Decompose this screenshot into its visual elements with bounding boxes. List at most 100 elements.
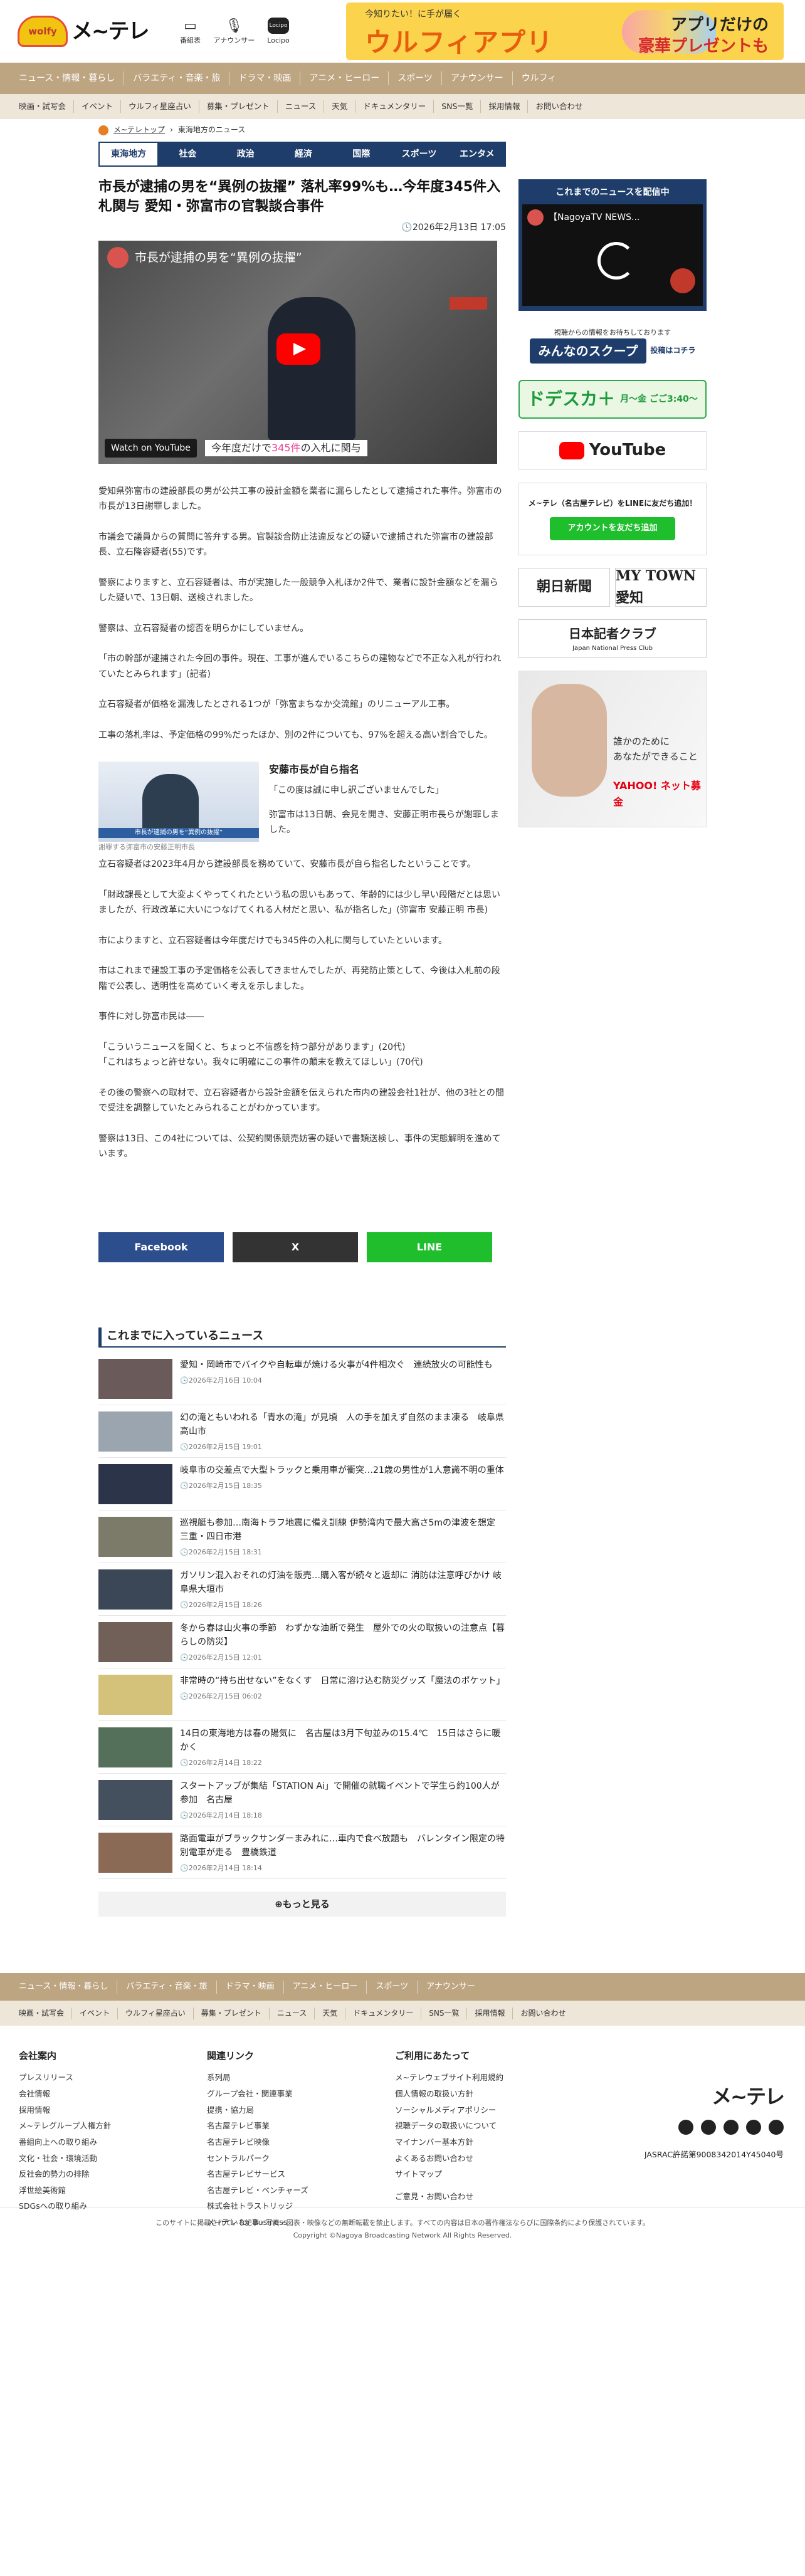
footer-link[interactable]: セントラルパーク bbox=[207, 2150, 395, 2167]
nav-item[interactable]: ドラマ・映画 bbox=[229, 71, 301, 86]
program-guide-link[interactable]: ▭ 番組表 bbox=[180, 16, 201, 46]
footer-link[interactable]: メ~テレ for Business bbox=[207, 2214, 395, 2231]
facebook-share-button[interactable]: Facebook bbox=[98, 1232, 224, 1262]
wolfy-app-banner[interactable]: 今知りたい！に手が届く ウルフィアプリ アプリだけの 豪華プレゼントも bbox=[346, 3, 784, 60]
play-button[interactable] bbox=[276, 333, 320, 365]
nav-item[interactable]: バラエティ・音楽・旅 bbox=[124, 71, 230, 86]
subnav-item[interactable]: 天気 bbox=[324, 100, 356, 113]
subnav-item[interactable]: 募集・プレゼント bbox=[199, 100, 278, 113]
footer-link[interactable]: 株式会社トラストリッジ bbox=[207, 2198, 395, 2214]
asahi-banner[interactable]: 朝日新聞 bbox=[518, 568, 610, 607]
contact-link[interactable]: ご意見・お問い合わせ bbox=[395, 2189, 583, 2205]
subnav-item[interactable]: 採用情報 bbox=[481, 100, 529, 113]
tab-politics[interactable]: 政治 bbox=[217, 142, 275, 167]
footer-nav-item[interactable]: アニメ・ヒーロー bbox=[284, 1980, 367, 1994]
footer-nav-item[interactable]: スポーツ bbox=[367, 1980, 418, 1994]
news-item[interactable]: 愛知・岡崎市でバイクや自転車が焼ける火事が4件相次ぐ 連続放火の可能性も 🕓202… bbox=[98, 1353, 506, 1406]
news-item[interactable]: 非常時の“持ち出せない”をなくす 日常に溶け込む防災グッズ「魔法のポケット」 🕓2… bbox=[98, 1668, 506, 1722]
footer-link[interactable]: 浮世絵美術館 bbox=[19, 2182, 207, 2199]
more-button[interactable]: ⊕ もっと見る bbox=[98, 1892, 506, 1917]
footer-nav-item[interactable]: バラエティ・音楽・旅 bbox=[117, 1980, 217, 1994]
mytown-banner[interactable]: MY TOWN 愛知 bbox=[615, 568, 707, 607]
footer-link[interactable]: 会社情報 bbox=[19, 2086, 207, 2102]
line-icon[interactable] bbox=[746, 2119, 761, 2135]
footer-subnav-item[interactable]: 募集・プレゼント bbox=[194, 2007, 270, 2019]
footer-link[interactable]: 名古屋テレビ事業 bbox=[207, 2118, 395, 2134]
x-share-button[interactable]: X bbox=[233, 1232, 358, 1262]
footer-subnav-item[interactable]: 天気 bbox=[315, 2007, 346, 2019]
news-item[interactable]: スタートアップが集結「STATION Ai」で開催の就職イベントで学生ら約100… bbox=[98, 1774, 506, 1827]
tab-international[interactable]: 国際 bbox=[332, 142, 390, 167]
tiktok-icon[interactable] bbox=[769, 2119, 784, 2135]
footer-subnav-item[interactable]: SNS一覧 bbox=[421, 2007, 468, 2019]
footer-nav-item[interactable]: アナウンサー bbox=[418, 1981, 484, 1994]
nav-item[interactable]: アナウンサー bbox=[442, 71, 513, 86]
dosuka-banner[interactable]: ドデスカ＋ 月〜金 ごご3:40〜 bbox=[518, 380, 707, 419]
footer-link[interactable]: グループ会社・関連事業 bbox=[207, 2086, 395, 2102]
footer-subnav-item[interactable]: 採用情報 bbox=[467, 2007, 513, 2019]
footer-link[interactable]: 名古屋テレビ・ベンチャーズ bbox=[207, 2182, 395, 2199]
footer-subnav-item[interactable]: お問い合わせ bbox=[513, 2008, 573, 2019]
footer-subnav-item[interactable]: ウルフィ星座占い bbox=[118, 2007, 194, 2019]
footer-link[interactable]: マイナンバー基本方針 bbox=[395, 2134, 583, 2150]
article-video[interactable]: 市長が逮捕の男を“異例の抜擢” Watch on YouTube 今年度だけで3… bbox=[98, 240, 497, 464]
subnav-item[interactable]: イベント bbox=[74, 100, 122, 113]
footer-link[interactable]: 系列局 bbox=[207, 2070, 395, 2086]
footer-subnav-item[interactable]: ドキュメンタリー bbox=[345, 2007, 422, 2019]
line-add-friend-button[interactable]: アカウントを友だち追加 bbox=[550, 517, 675, 540]
footer-link[interactable]: 文化・社会・環境活動 bbox=[19, 2150, 207, 2167]
footer-nav-item[interactable]: ニュース・情報・暮らし bbox=[19, 1980, 118, 1994]
footer-link[interactable]: 反社会的勢力の排除 bbox=[19, 2166, 207, 2182]
footer-link[interactable]: 視聴データの取扱いについて bbox=[395, 2118, 583, 2134]
nav-item[interactable]: ウルフィ bbox=[513, 71, 566, 85]
subnav-item[interactable]: ニュース bbox=[278, 100, 325, 113]
press-club-banner[interactable]: 日本記者クラブ Japan National Press Club bbox=[518, 619, 707, 658]
footer-link[interactable]: サイトマップ bbox=[395, 2166, 583, 2182]
tab-sports[interactable]: スポーツ bbox=[390, 142, 448, 167]
subnav-item[interactable]: 映画・試写会 bbox=[19, 100, 75, 113]
footer-link[interactable]: 採用情報 bbox=[19, 2102, 207, 2118]
news-item[interactable]: 岐阜市の交差点で大型トラックと乗用車が衝突…21歳の男性が1人意識不明の重体 🕓2… bbox=[98, 1458, 506, 1511]
news-item[interactable]: ガソリン混入おそれの灯油を販売…購入客が続々と返却に 消防は注意呼びかけ 岐阜県… bbox=[98, 1563, 506, 1616]
news-item[interactable]: 冬から春は山火事の季節 わずかな油断で発生 屋外での火の取扱いの注意点【暮らしの… bbox=[98, 1616, 506, 1669]
breadcrumb-home[interactable]: メ~テレトップ bbox=[113, 124, 165, 136]
footer-link[interactable]: 名古屋テレビサービス bbox=[207, 2166, 395, 2182]
subnav-item[interactable]: お問い合わせ bbox=[528, 100, 590, 113]
footer-link[interactable]: SDGsへの取り組み bbox=[19, 2198, 207, 2214]
footer-link[interactable]: メ~テレウェブサイト利用規約 bbox=[395, 2070, 583, 2086]
footer-link[interactable]: 個人情報の取扱い方針 bbox=[395, 2086, 583, 2102]
instagram-icon[interactable] bbox=[723, 2119, 739, 2135]
sidebar-video-widget[interactable]: これまでのニュースを配信中 【NagoyaTV NEWS... bbox=[518, 179, 707, 311]
footer-subnav-item[interactable]: ニュース bbox=[270, 2007, 315, 2019]
line-share-button[interactable]: LINE bbox=[367, 1232, 492, 1262]
nav-item[interactable]: アニメ・ヒーロー bbox=[300, 71, 389, 86]
site-logo[interactable]: wolfy メ~テレ bbox=[18, 14, 149, 48]
nav-item[interactable]: スポーツ bbox=[389, 71, 442, 86]
announcer-link[interactable]: 🎙 アナウンサー bbox=[214, 16, 255, 46]
footer-link[interactable]: 番組向上への取り組み bbox=[19, 2134, 207, 2150]
footer-link[interactable]: プレスリリース bbox=[19, 2070, 207, 2086]
footer-nav-item[interactable]: ドラマ・映画 bbox=[217, 1980, 284, 1994]
news-item[interactable]: 巡視艇も参加…南海トラフ地震に備え訓練 伊勢湾内で最大高さ5mの津波を想定 三重… bbox=[98, 1511, 506, 1564]
subnav-item[interactable]: ウルフィ星座占い bbox=[121, 100, 199, 113]
footer-link[interactable]: 名古屋テレビ映像 bbox=[207, 2134, 395, 2150]
locipo-link[interactable]: Locipo Locipo bbox=[267, 16, 290, 46]
news-item[interactable]: 路面電車がブラックサンダーまみれに…車内で食べ放題も バレンタイン限定の特別電車… bbox=[98, 1826, 506, 1880]
x-icon[interactable] bbox=[678, 2119, 693, 2135]
subnav-item[interactable]: SNS一覧 bbox=[434, 100, 481, 113]
footer-subnav-item[interactable]: 映画・試写会 bbox=[19, 2007, 73, 2019]
footer-subnav-item[interactable]: イベント bbox=[72, 2007, 118, 2019]
footer-link[interactable]: 提携・協力局 bbox=[207, 2102, 395, 2118]
subnav-item[interactable]: ドキュメンタリー bbox=[355, 100, 434, 113]
news-item[interactable]: 14日の東海地方は春の陽気に 名古屋は3月下旬並みの15.4℃ 15日はさらに暖… bbox=[98, 1721, 506, 1774]
tab-society[interactable]: 社会 bbox=[159, 142, 216, 167]
minna-no-scoop-banner[interactable]: 視聴からの情報をお待ちしております みんなのスクープ 投稿はコチラ bbox=[518, 323, 707, 367]
tab-entertainment[interactable]: エンタメ bbox=[448, 142, 506, 167]
tab-economy[interactable]: 経済 bbox=[275, 142, 332, 167]
youtube-banner[interactable]: YouTube bbox=[518, 431, 707, 470]
youtube-icon[interactable] bbox=[701, 2119, 716, 2135]
footer-logo[interactable]: メ~テレ bbox=[645, 2081, 785, 2113]
nav-item[interactable]: ニュース・情報・暮らし bbox=[19, 71, 125, 86]
footer-link[interactable]: よくあるお問い合わせ bbox=[395, 2150, 583, 2167]
news-item[interactable]: 幻の滝ともいわれる「青水の滝」が見頃 人の手を加えず自然のまま凍る 岐阜県高山市… bbox=[98, 1405, 506, 1458]
